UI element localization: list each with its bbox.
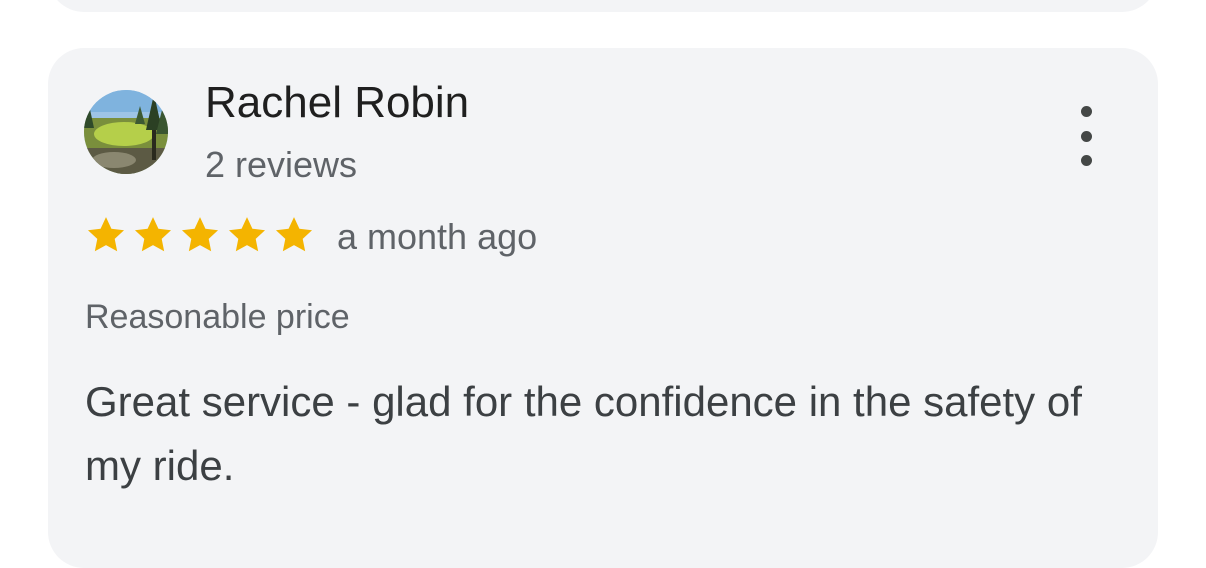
previous-review-card xyxy=(48,0,1158,12)
review-timestamp: a month ago xyxy=(337,216,538,257)
landscape-photo-icon xyxy=(84,90,168,174)
more-vert-icon[interactable] xyxy=(1068,106,1104,166)
star-icon xyxy=(225,214,269,254)
review-card: Rachel Robin 2 reviews a month ago Reaso… xyxy=(48,48,1158,568)
menu-dot xyxy=(1080,106,1092,117)
author-avatar[interactable] xyxy=(84,90,168,174)
star-icon xyxy=(178,214,222,254)
menu-dot xyxy=(1080,130,1092,142)
star-rating xyxy=(84,214,316,254)
menu-dot xyxy=(1080,155,1092,166)
star-icon xyxy=(131,214,175,254)
author-review-count: 2 reviews xyxy=(205,144,358,185)
star-icon xyxy=(84,214,128,254)
star-icon xyxy=(272,214,316,254)
review-text: Great service - glad for the confidence … xyxy=(85,378,1082,489)
author-name[interactable]: Rachel Robin xyxy=(205,78,469,128)
review-tag: Reasonable price xyxy=(85,298,350,336)
